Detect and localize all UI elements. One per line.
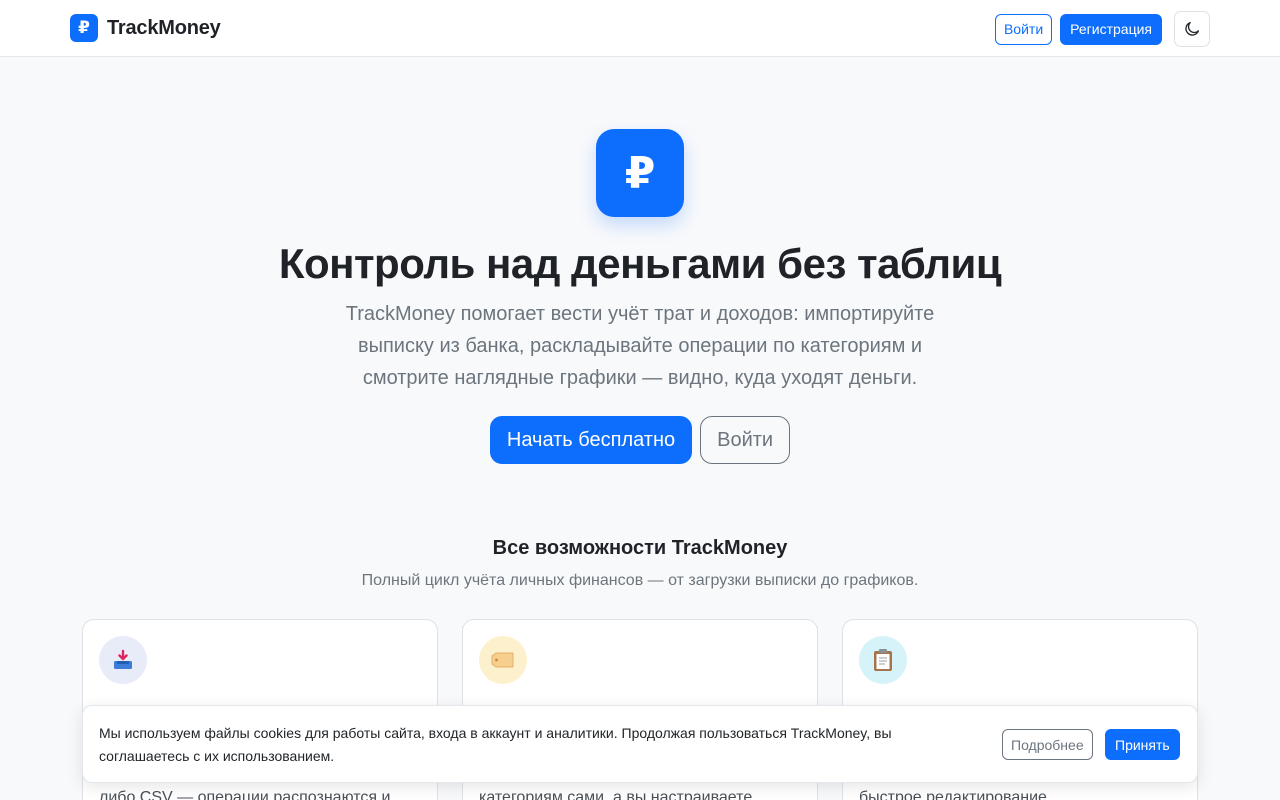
hero-login-button[interactable]: Войти <box>700 416 791 464</box>
start-free-button[interactable]: Начать бесплатно <box>489 416 693 464</box>
feature-icon-wrap <box>479 636 527 684</box>
hero-lead-line: выписку из банка, раскладывайте операции… <box>357 335 923 357</box>
hero-actions: Начать бесплатно Войти <box>0 416 1280 464</box>
hero-lead: TrackMoney помогает вести учёт трат и до… <box>315 298 965 394</box>
hero-ruble-icon: ₽ <box>596 129 684 217</box>
moon-icon <box>1185 21 1200 36</box>
brand-logo-icon: ₽ <box>70 14 98 42</box>
cookie-text: Мы используем файлы cookies для работы с… <box>99 725 892 764</box>
features-title: Все возможности TrackMoney <box>492 537 788 559</box>
hero-title: Контроль над деньгами без таблиц <box>278 240 1002 287</box>
cookie-accept-button[interactable]: Принять <box>1105 729 1180 760</box>
hero-lead-line: TrackMoney помогает вести учёт трат и до… <box>345 303 935 325</box>
inbox-tray-icon <box>114 649 132 669</box>
top-navbar: ₽ TrackMoney Войти Регистрация <box>0 0 1280 57</box>
hero-lead-line: смотрите наглядные графики — видно, куда… <box>362 367 918 389</box>
theme-toggle-button[interactable] <box>1174 11 1210 47</box>
feature-card-text: либо CSV — операции распознаются и <box>99 789 391 800</box>
brand-link[interactable]: ₽ TrackMoney <box>70 14 221 42</box>
feature-card-text: быстрое редактирование <box>859 789 1047 800</box>
tag-icon <box>491 652 514 668</box>
nav-actions: Войти Регистрация <box>994 11 1210 47</box>
nav-register-button[interactable]: Регистрация <box>1060 13 1162 45</box>
cookie-more-button[interactable]: Подробнее <box>1002 729 1093 760</box>
feature-icon-wrap <box>99 636 147 684</box>
cookie-banner: Мы используем файлы cookies для работы с… <box>82 705 1198 783</box>
nav-login-button[interactable]: Войти <box>994 13 1053 45</box>
clipboard-icon <box>874 649 892 671</box>
features-subtitle: Полный цикл учёта личных финансов — от з… <box>361 572 919 589</box>
feature-icon-wrap <box>859 636 907 684</box>
feature-card-text: категориям сами, а вы настраиваете <box>479 789 753 800</box>
brand-name: TrackMoney <box>107 16 221 39</box>
